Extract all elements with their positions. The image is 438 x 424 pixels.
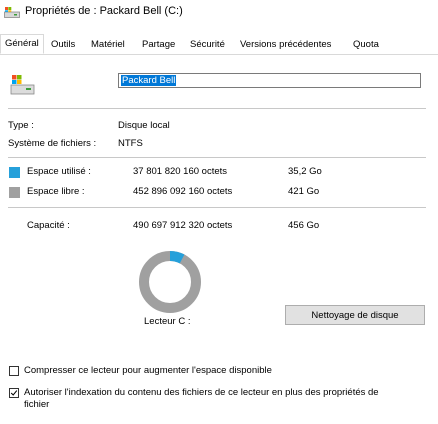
type-value: Disque local — [118, 120, 170, 131]
capacity-label: Capacité : — [27, 220, 70, 231]
capacity-bytes: 490 697 912 320 octets — [133, 220, 233, 231]
drive-icon — [4, 7, 20, 18]
filesystem-label: Système de fichiers : — [8, 138, 97, 149]
filesystem-value: NTFS — [118, 138, 143, 149]
free-space-bytes: 452 896 092 160 octets — [133, 186, 233, 197]
drive-letter-label: Lecteur C : — [144, 316, 191, 327]
separator — [8, 108, 426, 109]
tab-general[interactable]: Général — [0, 34, 44, 54]
free-space-label: Espace libre : — [27, 186, 85, 197]
drive-icon — [10, 75, 35, 95]
tab-previous-versions[interactable]: Versions précédentes — [236, 36, 335, 53]
tab-sharing[interactable]: Partage — [138, 36, 179, 53]
indexing-label-line1: Autoriser l'indexation du contenu des fi… — [24, 387, 379, 398]
tab-tools[interactable]: Outils — [47, 36, 79, 53]
free-space-size: 421 Go — [288, 186, 320, 197]
used-space-bytes: 37 801 820 160 octets — [133, 166, 228, 177]
drive-name-input[interactable]: Packard Bell — [118, 73, 421, 88]
disk-usage-donut — [139, 251, 201, 313]
indexing-label-line2: fichier — [24, 399, 50, 410]
tab-hardware[interactable]: Matériel — [87, 36, 129, 53]
used-space-size: 35,2 Go — [288, 166, 322, 177]
disk-cleanup-button[interactable]: Nettoyage de disque — [285, 305, 425, 325]
used-space-label: Espace utilisé : — [27, 166, 91, 177]
capacity-size: 456 Go — [288, 220, 320, 231]
window-title: Propriétés de : Packard Bell (C:) — [25, 5, 183, 17]
free-space-swatch — [9, 187, 20, 198]
title-bar: Propriétés de : Packard Bell (C:) — [0, 0, 438, 30]
tab-quota[interactable]: Quota — [349, 36, 383, 53]
separator — [8, 157, 426, 158]
compress-checkbox[interactable] — [9, 366, 19, 376]
used-space-swatch — [9, 167, 20, 178]
tab-bar: Général Outils Matériel Partage Sécurité… — [0, 34, 438, 55]
drive-name-text: Packard Bell — [121, 75, 177, 86]
type-label: Type : — [8, 120, 34, 131]
tab-security[interactable]: Sécurité — [186, 36, 229, 53]
compress-label: Compresser ce lecteur pour augmenter l'e… — [24, 365, 272, 376]
indexing-checkbox[interactable] — [9, 388, 19, 398]
separator — [8, 207, 426, 208]
free-space-ring — [139, 251, 201, 313]
checkmark-icon — [10, 390, 18, 396]
